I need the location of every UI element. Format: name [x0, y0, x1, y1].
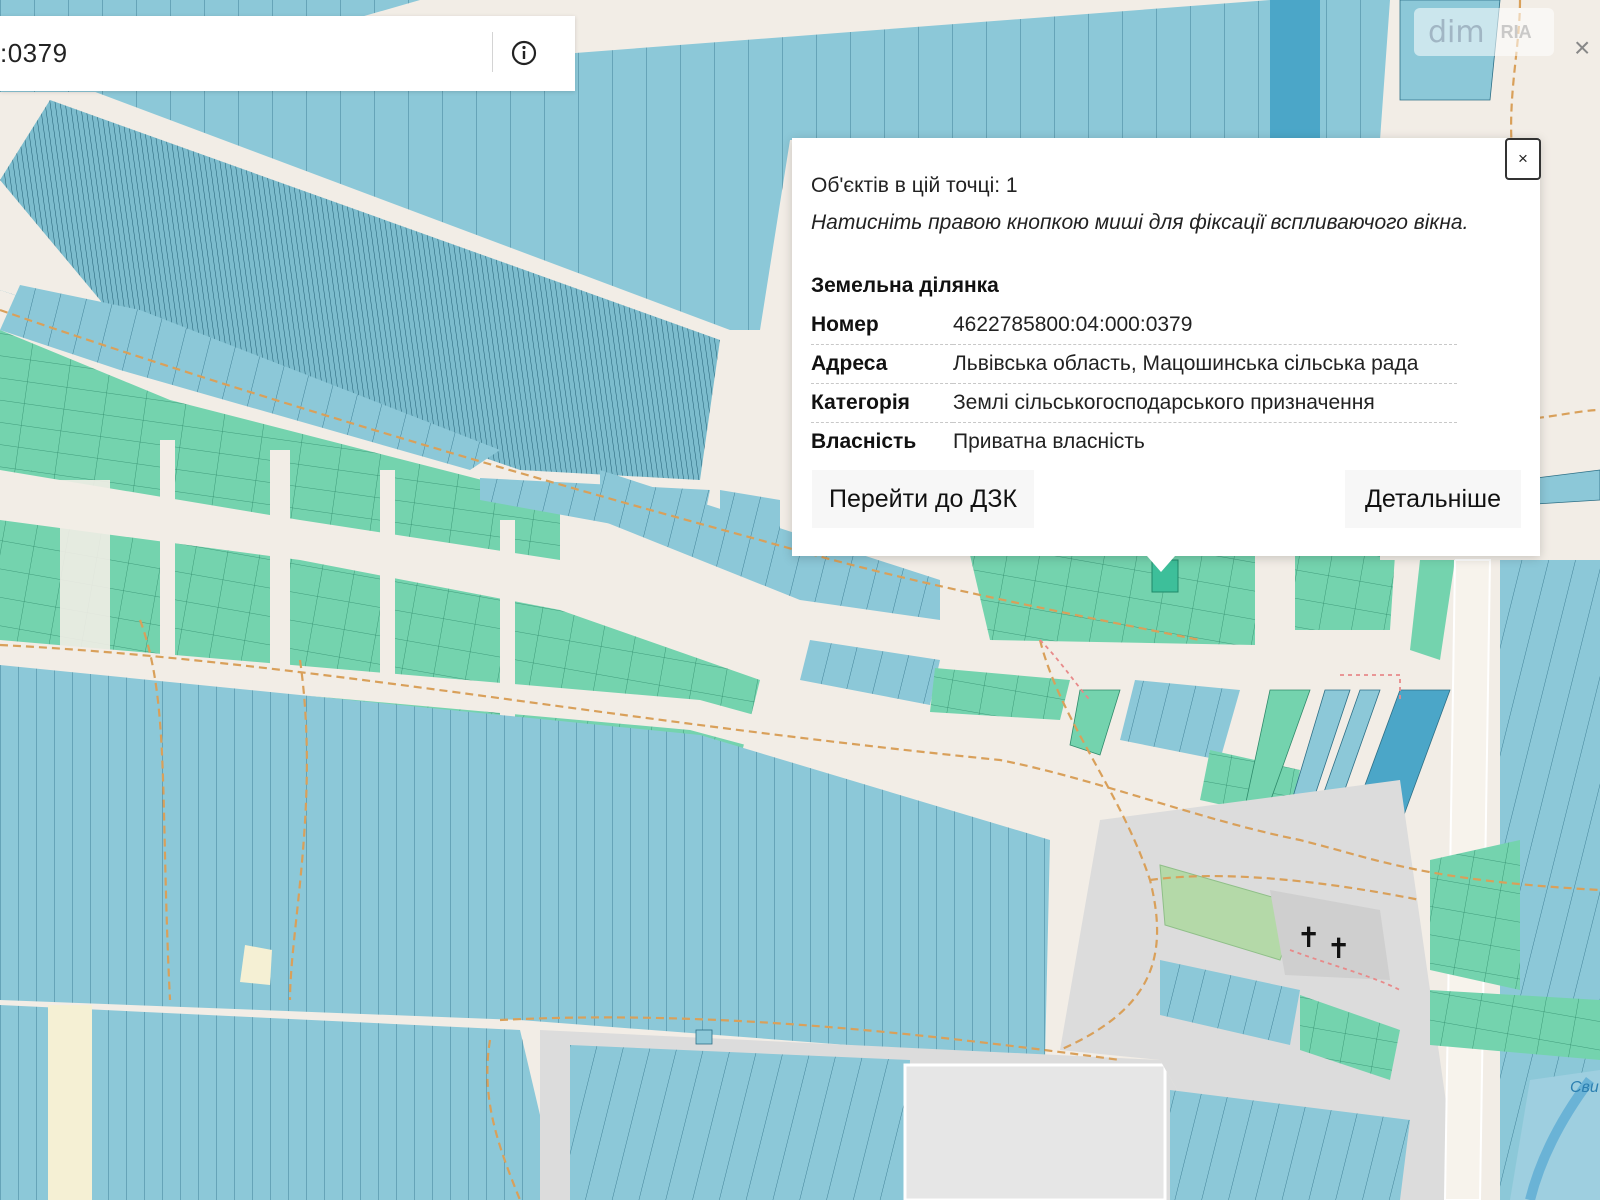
details-button[interactable]: Детальніше	[1345, 470, 1521, 528]
property-key: Власність	[811, 430, 917, 453]
popup-pointer	[1147, 556, 1175, 572]
church-icon: ✝	[1327, 932, 1350, 965]
property-row: Номер 4622785800:04:000:0379	[811, 306, 1457, 345]
property-value: Львівська область, Мацошинська сільська …	[953, 344, 1457, 384]
watermark-logo: dim RIA	[1414, 8, 1554, 56]
church-icon: ✝	[1297, 921, 1320, 954]
parcel-popup: × Об'єктів в цій точці: 1 Натисніть прав…	[792, 138, 1541, 572]
watermark-brand: dim	[1428, 14, 1485, 50]
industrial-lots[interactable]	[570, 1045, 910, 1200]
objects-count: Об'єктів в цій точці: 1	[811, 174, 1018, 197]
search-divider	[492, 32, 493, 72]
watermark-suffix: RIA	[1500, 21, 1532, 42]
property-value: Землі сільськогосподарського призначення	[953, 383, 1457, 423]
river-label: Сви	[1570, 1079, 1599, 1096]
search-bar[interactable]: :0379	[0, 16, 575, 91]
property-row: Адреса Львівська область, Мацошинська сі…	[811, 344, 1457, 384]
search-input[interactable]: :0379	[0, 38, 68, 69]
popup-close-button[interactable]: ×	[1505, 138, 1541, 180]
info-icon[interactable]	[511, 40, 537, 66]
property-row: Власність Приватна власність	[811, 423, 1457, 462]
property-key: Категорія	[811, 383, 953, 423]
goto-dzk-button[interactable]: Перейти до ДЗК	[812, 470, 1034, 528]
close-icon[interactable]: ×	[1574, 32, 1590, 64]
property-row: Категорія Землі сільськогосподарського п…	[811, 383, 1457, 423]
section-title: Земельна ділянка	[811, 274, 999, 297]
popup-hint: Натисніть правою кнопкою миші для фіксац…	[811, 211, 1469, 234]
residential-lots-popup[interactable]	[970, 555, 1255, 645]
property-key: Номер	[811, 306, 953, 345]
property-value: Приватна власність	[953, 430, 1145, 453]
property-value: 4622785800:04:000:0379	[953, 306, 1457, 345]
parcel-properties: Номер 4622785800:04:000:0379 Адреса Льві…	[811, 306, 1457, 461]
property-key: Адреса	[811, 344, 953, 384]
